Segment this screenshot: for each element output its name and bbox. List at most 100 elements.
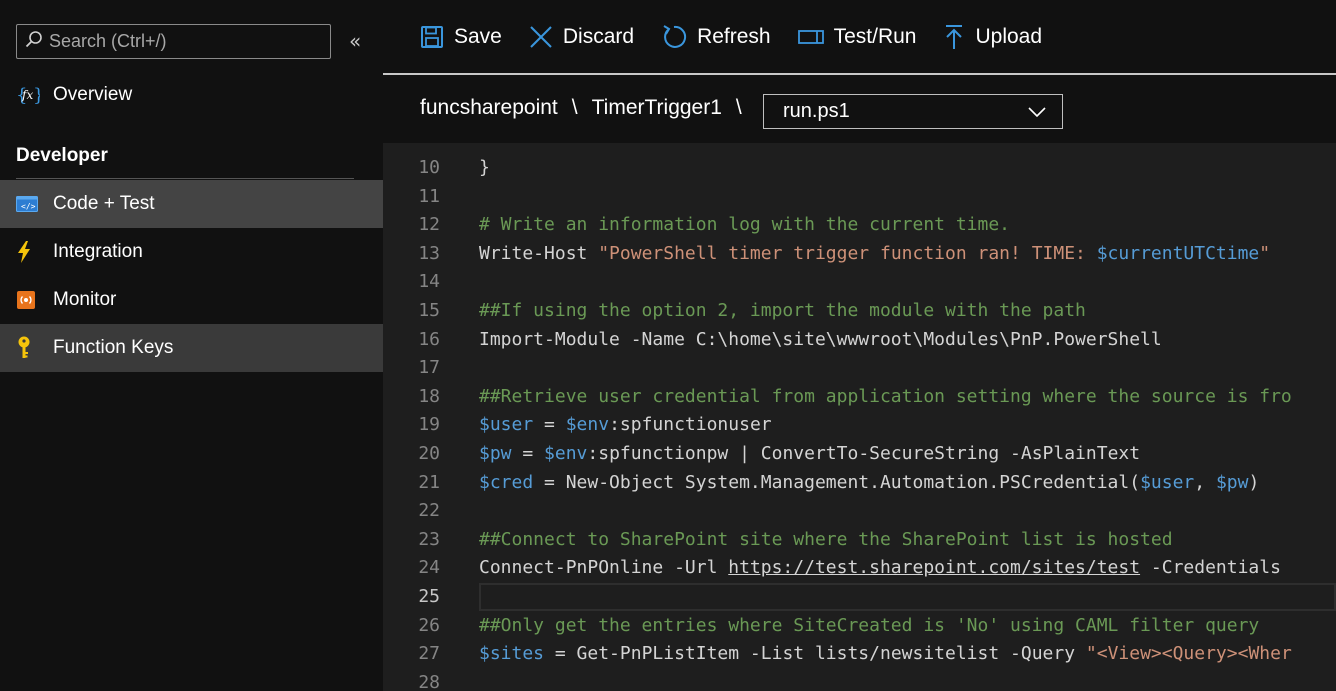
line-number: 21 [418, 471, 440, 493]
line-number: 19 [418, 414, 440, 436]
code-line[interactable]: 13 Write-Host "PowerShell timer trigger f… [383, 240, 1336, 268]
breadcrumb-function[interactable]: TimerTrigger1 [592, 96, 722, 120]
file-select-dropdown[interactable]: run.ps1 [763, 94, 1063, 129]
upload-button[interactable]: Upload [943, 24, 1042, 50]
code-line[interactable]: 12 # Write an information log with the cu… [383, 211, 1336, 239]
code-text: ##Retrieve user credential from applicat… [479, 383, 1292, 411]
code-token: Import-Module -Name C:\home\site\wwwroot… [479, 328, 1162, 350]
code-line[interactable]: 14 [383, 268, 1336, 296]
save-icon [420, 25, 444, 49]
code-line[interactable]: 18 ##Retrieve user credential from applic… [383, 383, 1336, 411]
close-icon [529, 25, 553, 49]
code-line[interactable]: 21 $cred = New-Object System.Management.A… [383, 469, 1336, 497]
refresh-button[interactable]: Refresh [661, 24, 771, 50]
code-line[interactable]: 28 [383, 669, 1336, 691]
code-line[interactable]: 16 Import-Module -Name C:\home\site\wwwro… [383, 326, 1336, 354]
line-number: 12 [418, 214, 440, 236]
code-text: $pw = $env:spfunctionpw | ConvertTo-Secu… [479, 440, 1140, 468]
line-number: 15 [418, 300, 440, 321]
file-select-value: run.ps1 [783, 100, 850, 122]
code-token: $sites [479, 643, 545, 665]
collapse-sidebar-icon[interactable]: « [349, 30, 361, 52]
sidebar-item-monitor[interactable]: Monitor [0, 276, 383, 324]
code-text: Write-Host "PowerShell timer trigger fun… [479, 240, 1270, 268]
code-text: ##If using the option 2, import the modu… [479, 297, 1086, 325]
code-token: $currentUTCtime [1096, 242, 1260, 264]
code-token: "PowerShell timer trigger function ran! … [598, 242, 1097, 264]
code-token: https://test.sharepoint.com/sites/test [728, 557, 1141, 579]
code-token: = [533, 414, 566, 436]
monitor-icon [0, 290, 53, 310]
code-line[interactable]: 24 Connect-PnPOnline -Url https://test.sh… [383, 554, 1336, 582]
current-line-highlight [479, 583, 1336, 611]
line-number: 10 [418, 157, 440, 178]
code-line[interactable]: 20 $pw = $env:spfunctionpw | ConvertTo-Se… [383, 440, 1336, 468]
line-number: 24 [418, 557, 440, 579]
code-token: -Credentials [1140, 557, 1292, 579]
lightning-icon [0, 241, 53, 263]
code-text: # Write an information log with the curr… [479, 211, 1010, 239]
code-token: ##Retrieve user credential from applicat… [479, 385, 1292, 407]
line-number: 11 [418, 185, 440, 207]
breadcrumb-separator: \ [571, 96, 578, 119]
upload-icon [943, 24, 965, 50]
code-line[interactable]: 23 ##Connect to SharePoint site where the… [383, 526, 1336, 554]
code-line[interactable]: 17 [383, 354, 1336, 382]
sidebar-item-overview[interactable]: { fx } Overview [0, 71, 383, 119]
line-number: 17 [418, 357, 440, 379]
code-text: $sites = Get-PnPListItem -List lists/new… [479, 640, 1292, 668]
code-token: ##Only get the entries where SiteCreated… [479, 614, 1260, 636]
code-line[interactable]: 26 ##Only get the entries where SiteCreat… [383, 612, 1336, 640]
sidebar: « { fx } Overview Developer </> Code + T… [0, 0, 383, 691]
code-token: , [1194, 471, 1216, 493]
line-number: 22 [418, 500, 440, 522]
code-token: $env [544, 443, 588, 464]
sidebar-item-label: Monitor [53, 289, 117, 310]
code-line[interactable]: 22 [383, 497, 1336, 525]
line-number: 27 [418, 643, 440, 665]
sidebar-item-label: Overview [53, 84, 133, 105]
code-editor[interactable]: 10} 11 12 # Write an information log with t… [383, 143, 1336, 691]
code-line[interactable]: 25 [383, 583, 1336, 611]
line-number: 13 [418, 242, 440, 264]
sidebar-item-code-test[interactable]: </> Code + Test [0, 180, 383, 228]
search-icon [25, 30, 43, 53]
code-token: ##Connect to SharePoint site where the S… [479, 528, 1173, 550]
line-number: 28 [418, 671, 440, 691]
code-line[interactable]: 15 ##If using the option 2, import the mo… [383, 297, 1336, 325]
code-line[interactable]: 19 $user = $env:spfunctionuser [383, 411, 1336, 439]
function-icon: { fx } [0, 84, 53, 106]
code-line[interactable]: 27 $sites = Get-PnPListItem -List lists/n… [383, 640, 1336, 668]
svg-text:</>: </> [21, 202, 36, 211]
search-input[interactable] [49, 31, 319, 52]
code-text: $cred = New-Object System.Management.Aut… [479, 469, 1259, 497]
breadcrumb: funcsharepoint \ TimerTrigger1 \ [420, 96, 756, 120]
code-text: ##Connect to SharePoint site where the S… [479, 526, 1173, 554]
discard-button[interactable]: Discard [529, 25, 634, 49]
section-title-developer: Developer [16, 145, 108, 166]
search-box[interactable] [16, 24, 331, 59]
code-text: Import-Module -Name C:\home\site\wwwroot… [479, 326, 1162, 354]
sidebar-item-label: Code + Test [53, 193, 155, 214]
code-text: } [479, 154, 490, 182]
breadcrumb-app[interactable]: funcsharepoint [420, 96, 558, 120]
code-token: :spfunctionuser [609, 414, 772, 436]
code-token: = Get-PnPListItem -List lists/newsitelis… [544, 643, 1086, 665]
code-token: ) [1248, 471, 1260, 493]
line-number: 18 [418, 385, 440, 407]
code-token: $env [565, 414, 610, 436]
line-number: 20 [418, 443, 440, 464]
code-text: Connect-PnPOnline -Url https://test.shar… [479, 554, 1292, 582]
save-button[interactable]: Save [420, 25, 502, 49]
sidebar-item-label: Function Keys [53, 337, 174, 358]
code-line[interactable]: 10} [383, 154, 1336, 182]
refresh-label: Refresh [697, 24, 771, 48]
code-token: :spfunctionpw | ConvertTo-SecureString -… [587, 443, 1141, 464]
save-label: Save [454, 24, 502, 48]
test-run-button[interactable]: Test/Run [797, 25, 916, 49]
sidebar-item-integration[interactable]: Integration [0, 228, 383, 276]
code-line[interactable]: 11 [383, 183, 1336, 211]
section-divider [16, 178, 354, 179]
code-text: ##Only get the entries where SiteCreated… [479, 612, 1259, 640]
sidebar-item-function-keys[interactable]: Function Keys [0, 324, 383, 372]
